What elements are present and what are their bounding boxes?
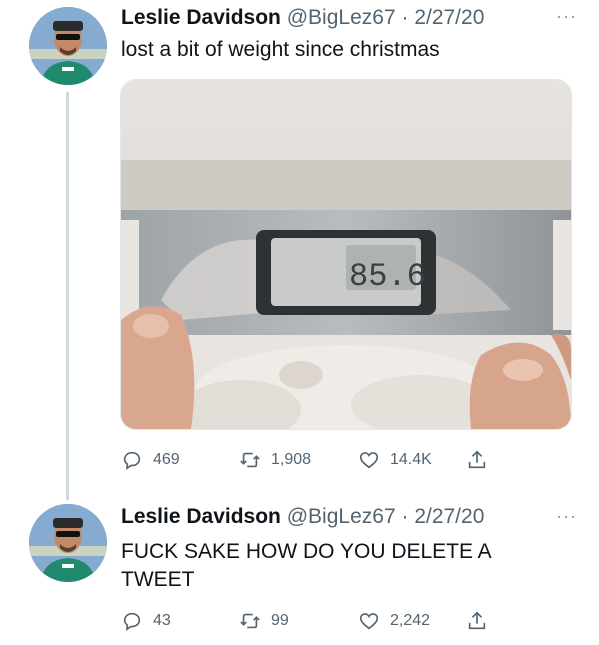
thread-line [66,92,69,500]
tweet-header: Leslie Davidson @BigLez67 · 2/27/20 [121,5,484,31]
share-icon [468,450,486,469]
share-icon [468,611,486,630]
retweet-count: 99 [271,612,289,629]
svg-text:85.6: 85.6 [349,258,426,295]
avatar[interactable] [29,7,107,85]
retweet-button[interactable]: 1,908 [239,446,311,474]
retweet-icon [240,613,260,629]
like-count: 14.4K [390,451,432,468]
share-button[interactable] [466,446,498,474]
share-button[interactable] [466,607,498,635]
tweet-actions: 43 99 2,242 [121,607,521,635]
separator: · [401,6,409,29]
tweet-text: FUCK SAKE HOW DO YOU DELETE A TWEET [121,540,491,591]
retweet-icon [240,452,260,468]
reply-button[interactable]: 469 [121,446,180,474]
author-handle[interactable]: @BigLez67 [287,6,396,29]
tweet[interactable]: Leslie Davidson @BigLez67 · 2/27/20 ··· … [0,490,599,645]
avatar[interactable] [29,504,107,582]
author-name[interactable]: Leslie Davidson [121,6,281,29]
tweet-actions: 469 1,908 14.4K [121,446,521,474]
like-button[interactable]: 2,242 [358,607,430,635]
like-icon [359,613,379,630]
reply-button[interactable]: 43 [121,607,171,635]
tweet-date[interactable]: 2/27/20 [414,505,484,528]
tweet[interactable]: Leslie Davidson @BigLez67 · 2/27/20 ··· … [0,0,599,500]
retweet-button[interactable]: 99 [239,607,289,635]
like-icon [359,452,379,469]
author-handle[interactable]: @BigLez67 [287,505,396,528]
author-name[interactable]: Leslie Davidson [121,505,281,528]
reply-icon [123,451,141,470]
tweet-photo[interactable]: 85.6 [120,79,572,430]
tweet-text: lost a bit of weight since christmas [121,38,440,61]
separator: · [401,505,409,528]
reply-count: 469 [153,451,180,468]
reply-count: 43 [153,612,171,629]
more-icon[interactable]: ··· [556,6,577,27]
tweet-header: Leslie Davidson @BigLez67 · 2/27/20 [121,504,484,530]
retweet-count: 1,908 [271,451,312,468]
like-count: 2,242 [390,612,431,629]
reply-icon [123,612,141,631]
more-icon[interactable]: ··· [556,506,577,527]
tweet-date[interactable]: 2/27/20 [414,6,484,29]
like-button[interactable]: 14.4K [358,446,432,474]
